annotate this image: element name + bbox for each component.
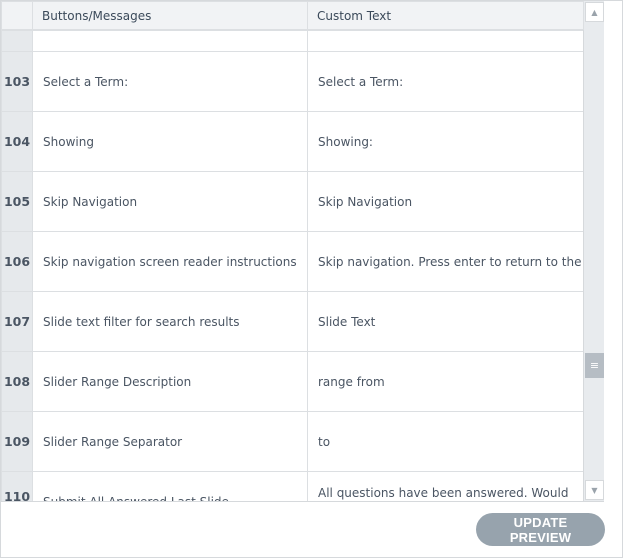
scroll-up-icon[interactable]: ▲ [585,2,604,22]
table-row: 103 Select a Term: Select a Term: [1,51,584,112]
message-cell[interactable]: Skip navigation screen reader instructio… [32,231,308,292]
scroll-down-icon[interactable]: ▼ [585,480,604,500]
custom-text-cell[interactable]: Skip navigation. Press enter to return t… [307,231,584,292]
grid-header: Buttons/Messages Custom Text [1,1,584,30]
custom-text-cell[interactable]: Skip Navigation [307,171,584,232]
table-row: 107 Slide text filter for search results… [1,291,584,352]
table-row: 110 Submit All Answered Last Slide All q… [1,471,584,501]
custom-text-cell[interactable]: Showing: [307,111,584,172]
update-preview-button[interactable]: UPDATE PREVIEW [476,513,605,546]
message-cell[interactable]: Slider Range Separator [32,411,308,472]
table-row [1,30,584,52]
row-number-cell: 110 [1,471,33,501]
header-custom-text[interactable]: Custom Text [307,1,584,30]
grid-body: 103 Select a Term: Select a Term: 104 Sh… [1,30,584,501]
row-number-cell: 103 [1,51,33,112]
custom-text-cell[interactable]: Slide Text [307,291,584,352]
text-labels-editor: Buttons/Messages Custom Text 103 Select … [0,0,623,558]
row-number-cell: 104 [1,111,33,172]
table-row: 109 Slider Range Separator to [1,411,584,472]
table-row: 105 Skip Navigation Skip Navigation [1,171,584,232]
row-number-cell: 109 [1,411,33,472]
row-number-cell: 106 [1,231,33,292]
message-cell[interactable]: Showing [32,111,308,172]
table-row: 108 Slider Range Description range from [1,351,584,412]
header-buttons-messages[interactable]: Buttons/Messages [32,1,308,30]
custom-text-cell[interactable]: Select a Term: [307,51,584,112]
messages-grid: Buttons/Messages Custom Text 103 Select … [1,1,604,502]
row-number-cell: 108 [1,351,33,412]
row-number-cell: 107 [1,291,33,352]
message-cell[interactable]: Slide text filter for search results [32,291,308,352]
header-index-cell [1,1,33,30]
vertical-scrollbar[interactable]: ▲ ≡ ▼ [583,1,604,501]
custom-text-cell[interactable] [307,30,584,52]
message-cell[interactable]: Skip Navigation [32,171,308,232]
message-cell[interactable] [32,30,308,52]
table-row: 104 Showing Showing: [1,111,584,172]
row-number-cell [1,30,33,52]
custom-text-cell[interactable]: range from [307,351,584,412]
custom-text-cell[interactable]: All questions have been answered. Would … [307,471,584,501]
row-number-cell: 105 [1,171,33,232]
table-row: 106 Skip navigation screen reader instru… [1,231,584,292]
message-cell[interactable]: Select a Term: [32,51,308,112]
custom-text-cell[interactable]: to [307,411,584,472]
message-cell[interactable]: Submit All Answered Last Slide [32,471,308,501]
message-cell[interactable]: Slider Range Description [32,351,308,412]
scroll-thumb-grip-icon[interactable]: ≡ [585,353,604,378]
